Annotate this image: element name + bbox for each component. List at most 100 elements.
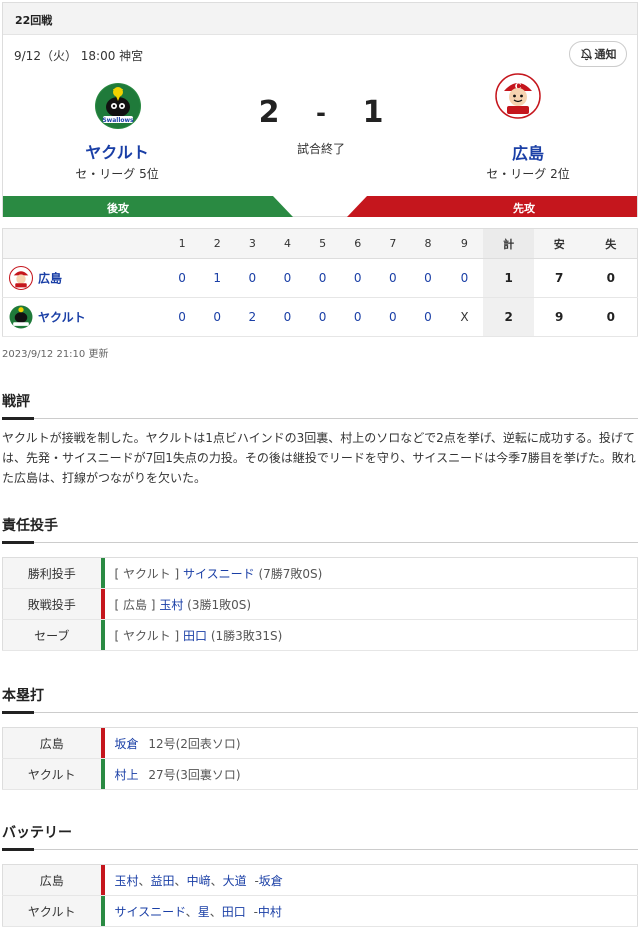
team-name[interactable]: 広島: [38, 272, 62, 286]
battery-title: バッテリー: [2, 822, 638, 851]
inning-header: 3: [234, 228, 270, 259]
battery-table: 広島 玉村、益田、中﨑、大道 -坂倉 ヤクルト サイスニード、星、田口 -中村: [2, 864, 638, 927]
homerun-team: ヤクルト: [2, 758, 101, 790]
pitcher-cell: [ ヤクルト ] 田口 (1勝3敗31S): [104, 619, 638, 651]
homerun-cell: 坂倉 12号(2回表ソロ): [104, 727, 638, 759]
away-batting-strip: [347, 196, 637, 217]
inning-score[interactable]: 0: [199, 297, 235, 337]
pitcher-label: 敗戦投手: [2, 588, 101, 620]
battery-pitcher-link[interactable]: 田口: [222, 905, 246, 919]
battery-catcher-link[interactable]: 坂倉: [259, 874, 283, 888]
inning-score[interactable]: 0: [410, 297, 446, 337]
battery-pitcher-link[interactable]: 大道: [223, 874, 247, 888]
inning-score[interactable]: 0: [164, 297, 200, 337]
batting-order-strip: 後攻 先攻: [3, 196, 637, 217]
homerun-player-link[interactable]: 村上: [115, 768, 139, 782]
inning-score[interactable]: 0: [410, 258, 446, 298]
pitcher-cell: [ 広島 ] 玉村 (3勝1敗0S): [104, 588, 638, 620]
yakult-logo-icon[interactable]: Swallows: [95, 83, 141, 129]
inning-header: 7: [375, 228, 411, 259]
game-info: 9/12（火） 18:00 神宮: [14, 49, 144, 63]
inning-score[interactable]: 0: [445, 258, 484, 298]
homerun-team: 広島: [2, 727, 101, 759]
svg-text:Swallows: Swallows: [102, 117, 134, 124]
inning-score[interactable]: 0: [340, 297, 376, 337]
battery-team: ヤクルト: [2, 895, 101, 927]
battery-cell: 玉村、益田、中﨑、大道 -坂倉: [104, 864, 638, 896]
inning-header: 1: [164, 228, 200, 259]
away-batting-label: 先攻: [513, 202, 535, 215]
inning-score[interactable]: 0: [305, 258, 341, 298]
inning-score[interactable]: 0: [340, 258, 376, 298]
battery-team: 広島: [2, 864, 101, 896]
pitcher-team: [ 広島 ]: [114, 597, 156, 612]
runs-header: 計: [483, 228, 534, 259]
pitcher-name-link[interactable]: 玉村: [159, 598, 183, 612]
inning-score[interactable]: 0: [375, 297, 411, 337]
bell-icon: [580, 48, 592, 60]
homerun-player-link[interactable]: 坂倉: [115, 737, 139, 751]
away-team-name[interactable]: 広島: [458, 140, 598, 164]
table-row: セーブ [ ヤクルト ] 田口 (1勝3敗31S): [2, 619, 638, 651]
line-score-table: 1 2 3 4 5 6 7 8 9 計 安 失 広島 0 1 0 0 0 0 0…: [2, 228, 638, 337]
notify-button[interactable]: 通知: [569, 41, 627, 67]
table-row: ヤクルト サイスニード、星、田口 -中村: [2, 895, 638, 927]
inning-header: 4: [269, 228, 305, 259]
table-row: ヤクルト 0 0 2 0 0 0 0 0 X 2 9 0: [2, 297, 638, 337]
home-score: 2: [258, 95, 280, 130]
inning-header: 5: [305, 228, 341, 259]
team-cell[interactable]: 広島: [2, 258, 165, 298]
inning-score[interactable]: 0: [375, 258, 411, 298]
battery-catcher-link[interactable]: 中村: [258, 905, 282, 919]
table-row: 広島 0 1 0 0 0 0 0 0 0 1 7 0: [2, 258, 638, 298]
pitcher-record: (1勝3敗31S): [210, 628, 283, 643]
inning-score[interactable]: 2: [234, 297, 270, 337]
inning-header: 6: [340, 228, 376, 259]
inning-score[interactable]: 0: [234, 258, 270, 298]
pitcher-cell: [ ヤクルト ] サイスニード (7勝7敗0S): [104, 557, 638, 589]
team-header: [2, 228, 165, 259]
battery-pitcher-link[interactable]: 中﨑: [187, 874, 211, 888]
game-status: 試合終了: [296, 142, 345, 156]
homerun-cell: 村上 27号(3回裏ソロ): [104, 758, 638, 790]
table-row: 勝利投手 [ ヤクルト ] サイスニード (7勝7敗0S): [2, 557, 638, 589]
pitcher-name-link[interactable]: 田口: [183, 629, 207, 643]
homerun-detail: 27号(3回裏ソロ): [148, 767, 241, 782]
line-score-header: 1 2 3 4 5 6 7 8 9 計 安 失: [2, 228, 638, 259]
inning-header: 9: [445, 228, 484, 259]
inning-score[interactable]: 0: [164, 258, 200, 298]
review-title: 戦評: [2, 391, 638, 420]
table-row: 敗戦投手 [ 広島 ] 玉村 (3勝1敗0S): [2, 588, 638, 620]
inning-score[interactable]: 1: [199, 258, 235, 298]
score-separator: -: [316, 99, 326, 127]
pitcher-name-link[interactable]: サイスニード: [183, 567, 255, 581]
inning-header: 8: [410, 228, 446, 259]
homerun-detail: 12号(2回表ソロ): [148, 736, 241, 751]
battery-pitcher-link[interactable]: 益田: [151, 874, 175, 888]
inning-score[interactable]: 0: [269, 297, 305, 337]
list-separator: 、: [174, 873, 187, 888]
team-name[interactable]: ヤクルト: [38, 311, 86, 325]
battery-pitcher-link[interactable]: 星: [198, 905, 210, 919]
review-text: ヤクルトが接戦を制した。ヤクルトは1点ビハインドの3回裏、村上のソロなどで2点を…: [2, 431, 636, 485]
carp-logo-icon[interactable]: C: [495, 73, 541, 119]
errors-total: 0: [584, 297, 638, 337]
pitchers-table: 勝利投手 [ ヤクルト ] サイスニード (7勝7敗0S) 敗戦投手 [ 広島 …: [2, 557, 638, 651]
battery-cell: サイスニード、星、田口 -中村: [104, 895, 638, 927]
carp-logo-icon: [9, 266, 33, 290]
runs-total: 1: [483, 258, 534, 298]
away-score: 1: [362, 95, 384, 130]
table-row: 広島 玉村、益田、中﨑、大道 -坂倉: [2, 864, 638, 896]
list-separator: 、: [210, 873, 223, 888]
home-team-name[interactable]: ヤクルト: [47, 139, 187, 163]
inning-score[interactable]: 0: [269, 258, 305, 298]
pitcher-label: 勝利投手: [2, 557, 101, 589]
battery-pitcher-link[interactable]: サイスニード: [115, 905, 186, 919]
team-cell[interactable]: ヤクルト: [2, 297, 165, 337]
homeruns-table: 広島 坂倉 12号(2回表ソロ) ヤクルト 村上 27号(3回裏ソロ): [2, 727, 638, 790]
inning-score[interactable]: 0: [305, 297, 341, 337]
battery-pitcher-link[interactable]: 玉村: [115, 874, 139, 888]
list-separator: 、: [185, 904, 198, 919]
pitcher-record: (3勝1敗0S): [187, 597, 252, 612]
pitcher-team: [ ヤクルト ]: [114, 628, 180, 643]
